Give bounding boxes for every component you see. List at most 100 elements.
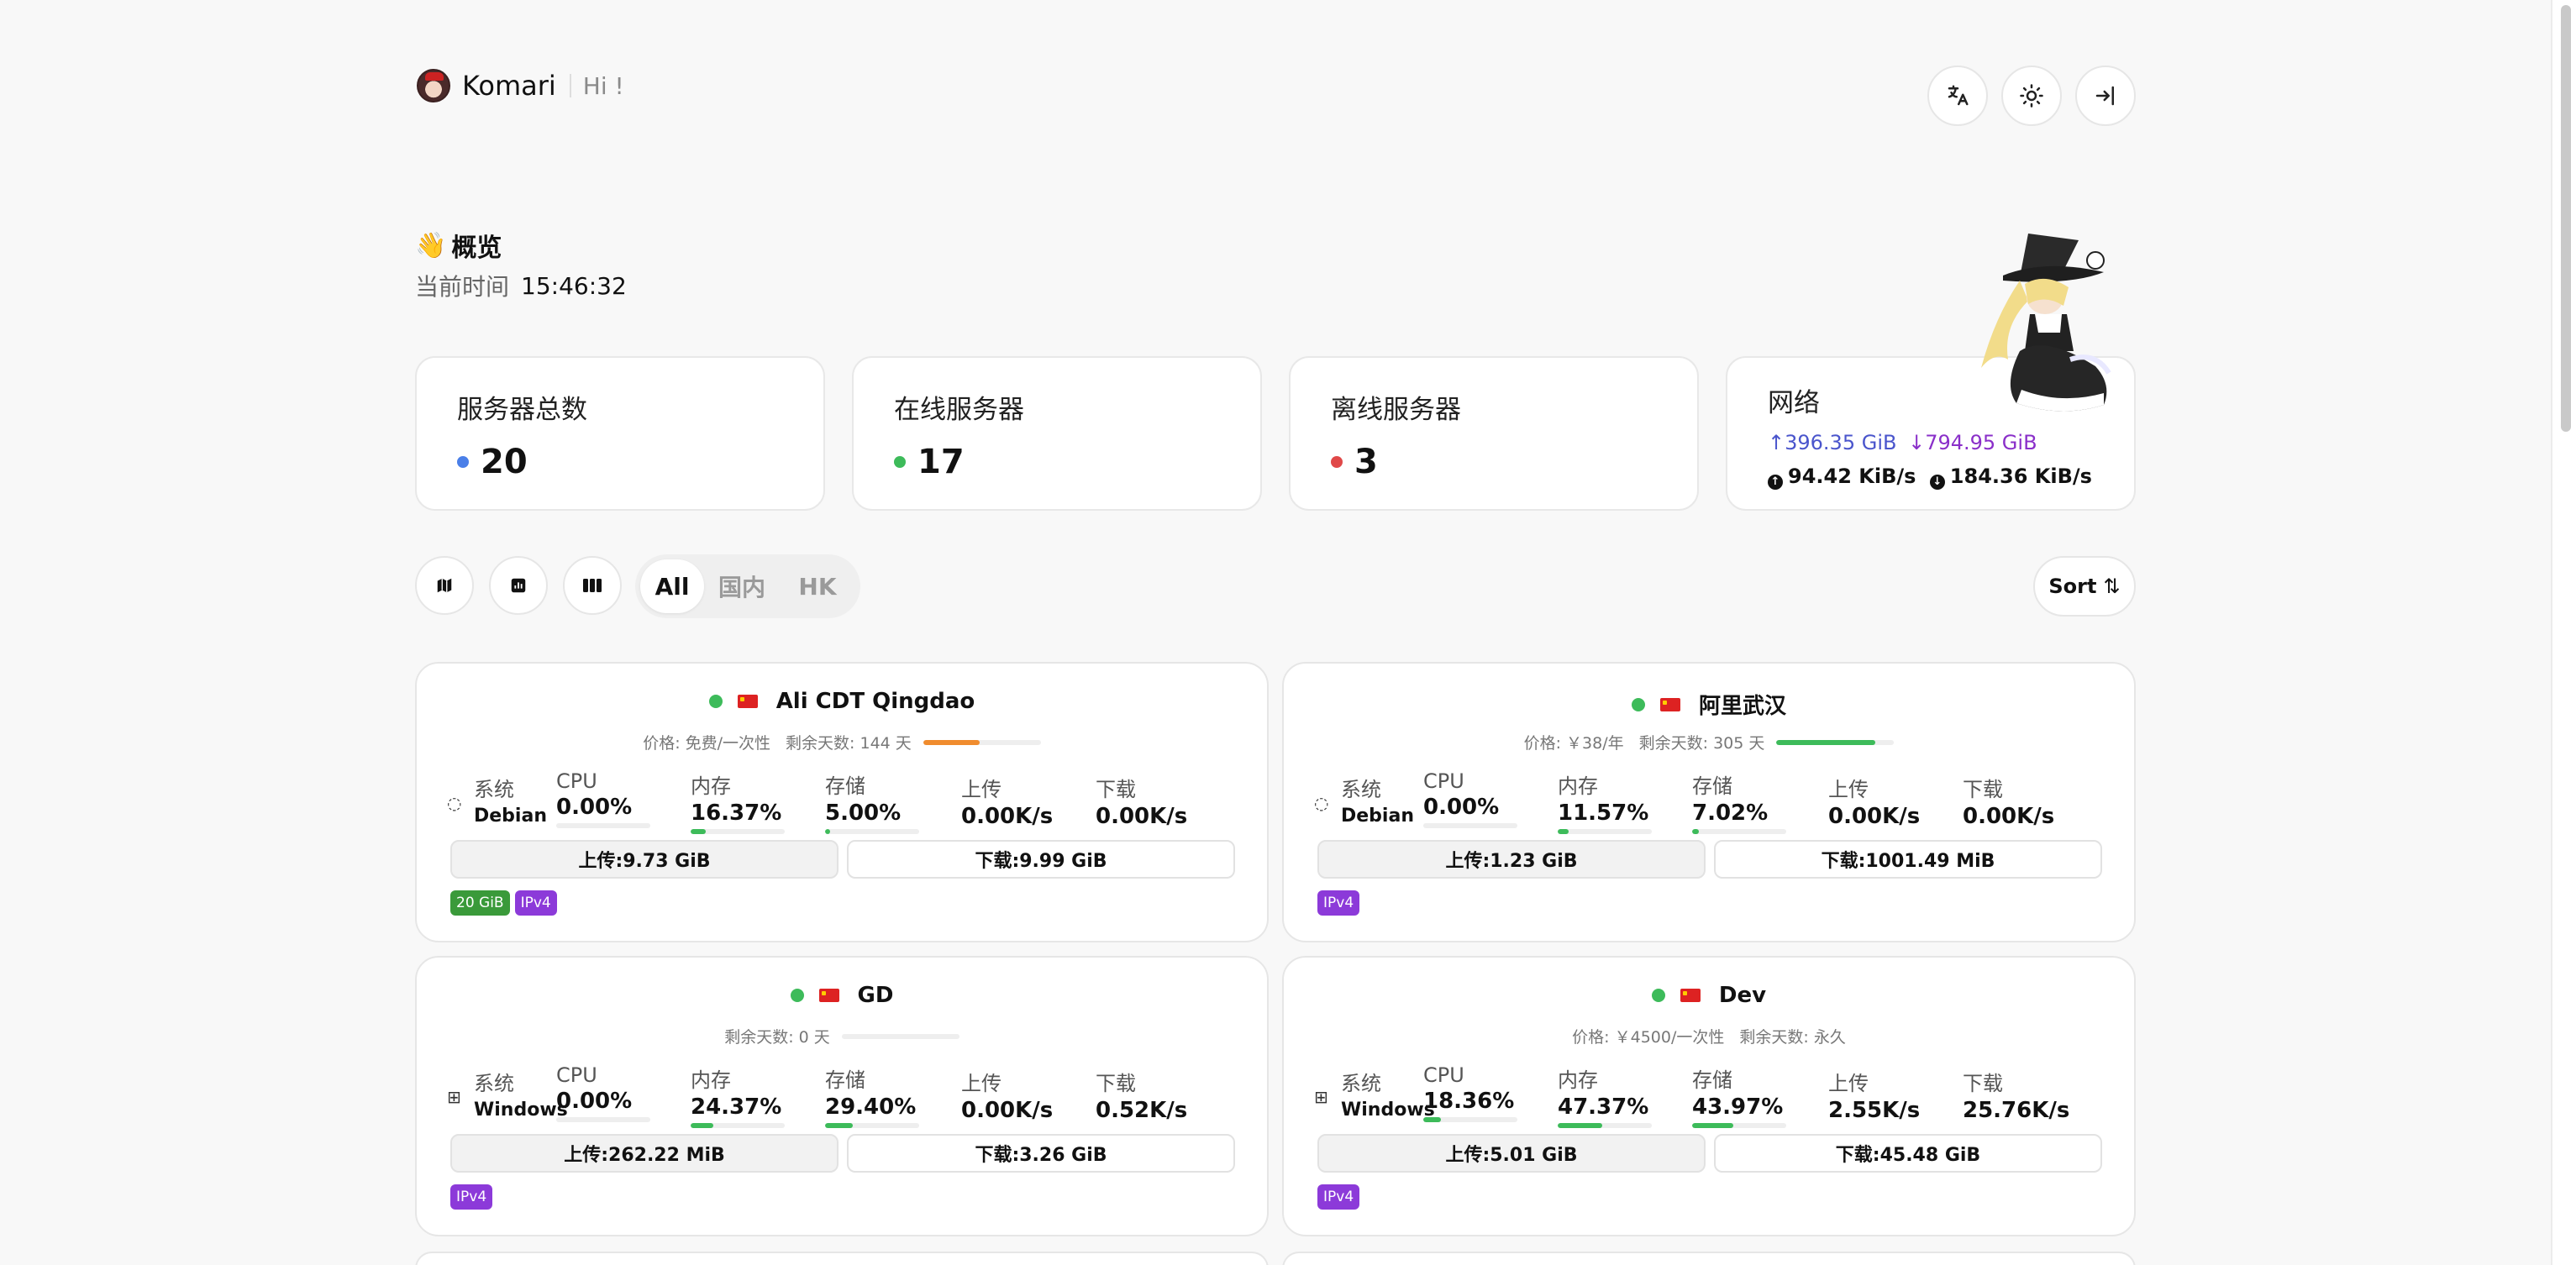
metric-disk-label: 存储 <box>1692 1068 1732 1092</box>
metric-mem-bar <box>1558 829 1652 834</box>
server-card-partial[interactable] <box>415 1252 1269 1265</box>
online-servers-value-row: 17 <box>894 443 1260 481</box>
flag-cn-icon <box>818 989 839 1002</box>
upload-total: 上传:262.22 MiB <box>450 1134 839 1173</box>
metric-down: 下载 0.00K/s <box>1096 773 1187 829</box>
online-status-dot <box>1631 697 1645 711</box>
current-time-label: 当前时间 <box>415 273 510 301</box>
network-speed-row: ↑ 94.42 KiB/s ↓ 184.36 KiB/s <box>1768 465 2134 490</box>
metric-down-value: 0.00K/s <box>1963 804 2055 829</box>
metric-down-label: 下载 <box>1963 778 2003 801</box>
total-servers-card: 服务器总数 20 <box>415 356 825 511</box>
metric-down-value: 0.52K/s <box>1096 1098 1188 1123</box>
top-header: Komari Hi ! <box>415 66 2136 126</box>
server-card[interactable]: Dev 价格: ￥4500/一次性 剩余天数: 永久 ⊞ 系统 Windows C… <box>1282 956 2136 1236</box>
server-tag: IPv4 <box>514 890 557 916</box>
offline-servers-label: 离线服务器 <box>1331 395 1461 425</box>
translate-icon <box>1948 85 1969 106</box>
traffic-totals: 上传:262.22 MiB 下载:3.26 GiB <box>450 1134 1235 1173</box>
price-text: 价格: ￥38/年 <box>1523 734 1624 753</box>
flag-cn-icon <box>1680 989 1701 1002</box>
server-name-row: Ali CDT Qingdao <box>417 689 1267 714</box>
page-scrollbar[interactable] <box>2551 0 2576 1265</box>
metric-mem-bar-fill <box>691 1123 714 1128</box>
grid-icon <box>583 579 602 592</box>
server-tags: IPv4 <box>450 1184 493 1210</box>
tab-domestic[interactable]: 国内 <box>704 559 780 613</box>
metric-disk-bar <box>825 1123 919 1128</box>
sort-button[interactable]: Sort ⇅ <box>2033 556 2136 617</box>
metric-mem-value: 16.37% <box>691 800 782 826</box>
server-name-row: 阿里武汉 <box>1284 689 2134 720</box>
total-dot <box>457 456 469 468</box>
theme-toggle-button[interactable] <box>2001 66 2062 126</box>
metric-cpu-bar <box>556 1117 650 1122</box>
metric-mem: 内存 47.37% <box>1558 1063 1652 1128</box>
current-time: 当前时间 15:46:32 <box>415 269 627 302</box>
metric-mem: 内存 16.37% <box>691 769 785 834</box>
metric-down-value: 0.00K/s <box>1096 804 1188 829</box>
server-metrics: ⊞ 系统 Windows CPU 0.00% 内存 24.37% 存储 29.4… <box>447 1063 1237 1128</box>
metric-down-label: 下载 <box>1963 1072 2003 1095</box>
metric-mem-bar <box>691 1123 785 1128</box>
upload-total: 上传:1.23 GiB <box>1317 840 1706 879</box>
server-tags: IPv4 <box>1317 1184 1360 1210</box>
chart-view-button[interactable] <box>489 556 548 615</box>
upload-total: 上传:5.01 GiB <box>1317 1134 1706 1173</box>
server-card[interactable]: GD 剩余天数: 0 天 ⊞ 系统 Windows CPU 0.00% 内存 2… <box>415 956 1269 1236</box>
metric-down-value: 25.76K/s <box>1963 1098 2070 1123</box>
total-servers-value-row: 20 <box>457 443 823 481</box>
metric-up-label: 上传 <box>961 1072 1001 1095</box>
remaining-days-bar-fill <box>1776 739 1875 745</box>
overview-title-text: 概览 <box>451 234 502 263</box>
metric-up: 上传 0.00K/s <box>961 773 1053 829</box>
metric-mem-label: 内存 <box>691 774 731 798</box>
debian-icon: ◌ <box>1314 793 1329 813</box>
server-name: Ali CDT Qingdao <box>775 689 975 714</box>
metric-mem-value: 24.37% <box>691 1094 782 1120</box>
remaining-days-bar <box>841 1033 959 1039</box>
metric-cpu-label: CPU <box>1423 769 1464 793</box>
metric-cpu-value: 0.00% <box>556 795 633 820</box>
online-status-dot <box>1651 989 1665 1002</box>
metric-disk: 存储 5.00% <box>825 769 919 834</box>
metric-os-value: Debian <box>1341 806 1414 827</box>
total-servers-label: 服务器总数 <box>457 395 587 425</box>
metric-os: 系统 Debian <box>1341 773 1414 827</box>
metric-mem-bar <box>691 829 785 834</box>
tab-all[interactable]: All <box>640 559 704 613</box>
tab-hk[interactable]: HK <box>780 559 855 613</box>
online-dot <box>894 456 906 468</box>
metric-cpu: CPU 18.36% <box>1423 1063 1517 1122</box>
metric-os: 系统 Debian <box>474 773 547 827</box>
metric-up-label: 上传 <box>1828 778 1869 801</box>
server-name-row: Dev <box>1284 983 2134 1008</box>
brand[interactable]: Komari Hi ! <box>417 66 624 106</box>
server-tags: 20 GiB IPv4 <box>450 890 557 916</box>
metric-cpu-bar <box>1423 1117 1517 1122</box>
offline-dot <box>1331 456 1343 468</box>
metric-mem-bar-fill <box>1558 829 1569 834</box>
greeting: Hi ! <box>582 71 624 100</box>
server-card[interactable]: 阿里武汉 价格: ￥38/年 剩余天数: 305 天 ◌ 系统 Debian CP… <box>1282 662 2136 942</box>
network-down-speed: 184.36 KiB/s <box>1949 465 2092 488</box>
metric-up-value: 2.55K/s <box>1828 1098 1921 1123</box>
metric-mem: 内存 24.37% <box>691 1063 785 1128</box>
metric-disk-value: 29.40% <box>825 1094 917 1120</box>
metric-os-label: 系统 <box>474 778 514 801</box>
server-name-row: GD <box>417 983 1267 1008</box>
grid-view-button[interactable] <box>563 556 622 615</box>
metric-mem: 内存 11.57% <box>1558 769 1652 834</box>
remaining-days-bar <box>923 739 1041 745</box>
server-card[interactable]: Ali CDT Qingdao 价格: 免费/一次性 剩余天数: 144 天 ◌ … <box>415 662 1269 942</box>
flag-cn-icon <box>1659 697 1680 711</box>
language-button[interactable] <box>1927 66 1988 126</box>
login-button[interactable] <box>2075 66 2136 126</box>
map-view-button[interactable] <box>415 556 474 615</box>
metric-up-label: 上传 <box>961 778 1001 801</box>
scrollbar-thumb[interactable] <box>2561 5 2571 432</box>
metric-up-label: 上传 <box>1828 1072 1869 1095</box>
server-card-partial[interactable] <box>1282 1252 2136 1265</box>
server-name: 阿里武汉 <box>1698 694 1786 719</box>
sort-label: Sort <box>2048 575 2097 598</box>
